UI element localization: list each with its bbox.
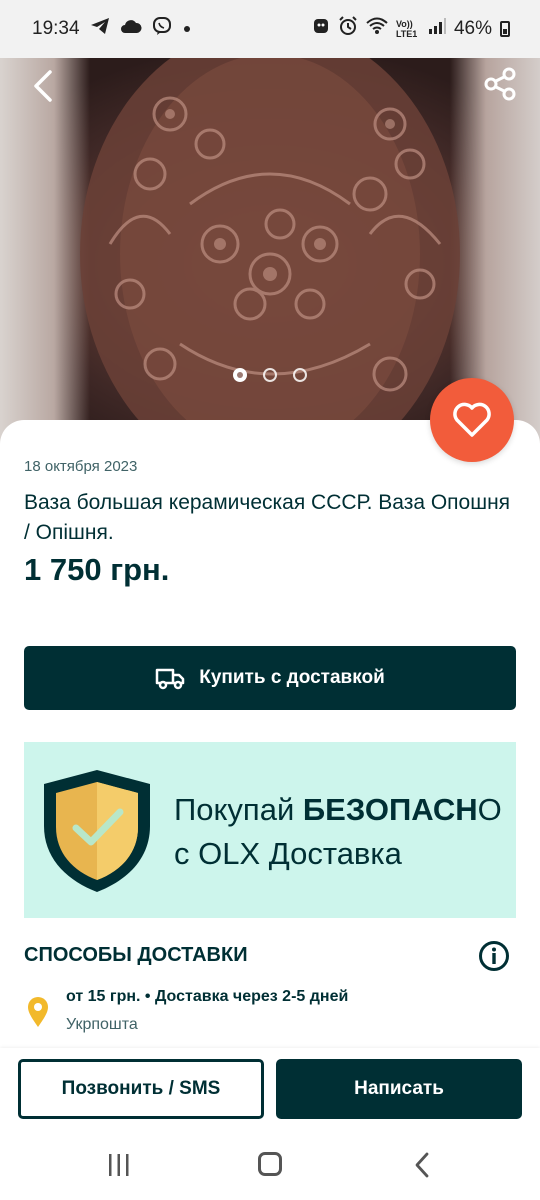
wifi-icon: [366, 17, 388, 41]
delivery-section-title: СПОСОБЫ ДОСТАВКИ: [24, 944, 248, 966]
status-time: 19:34: [32, 18, 80, 39]
status-left: 19:34: [32, 16, 192, 42]
status-bar: 19:34 Vo)) LTE1 46%: [0, 0, 540, 58]
truck-icon: [155, 668, 185, 690]
share-icon: [484, 67, 516, 101]
delivery-price-and-time: от 15 грн. • Доставка через 2-5 дней: [66, 988, 349, 1005]
banner-line-1-bold: БЕЗОПАСН: [302, 792, 478, 827]
alarm-icon: [338, 16, 358, 42]
viber-icon: [152, 16, 172, 42]
gallery-dot-2[interactable]: [263, 368, 277, 382]
buy-with-delivery-label: Купить с доставкой: [199, 667, 385, 688]
volte-label: Vo)) LTE1: [395, 19, 418, 39]
vase-relief-pattern: [80, 44, 460, 444]
banner-text: Покупай БЕЗОПАСНО с OLX Доставка: [174, 788, 502, 876]
buy-with-delivery-button[interactable]: Купить с доставкой: [24, 646, 516, 710]
battery-percent: 46%: [453, 18, 492, 39]
banner-line-1-plain: Покупай: [174, 792, 303, 827]
banner-line-1: Покупай БЕЗОПАСНО: [174, 788, 502, 832]
cloud-icon: [120, 18, 142, 40]
notification-dot-icon: [182, 18, 192, 40]
call-sms-button[interactable]: Позвонить / SMS: [18, 1059, 264, 1119]
app-notification-icon: [312, 17, 330, 41]
location-pin-icon: [26, 996, 50, 1033]
heart-icon: [453, 402, 491, 437]
chevron-left-icon: [34, 70, 52, 102]
telegram-icon: [90, 17, 110, 41]
battery-icon: [500, 21, 510, 37]
back-button[interactable]: [26, 66, 60, 106]
banner-line-1-tail: О: [477, 792, 502, 827]
delivery-carrier: Укрпошта: [66, 1016, 138, 1033]
info-icon[interactable]: [478, 940, 510, 972]
action-bar: Позвонить / SMS Написать: [0, 1048, 540, 1132]
listing-title: Ваза большая керамическая СССР. Ваза Опо…: [24, 491, 511, 544]
status-right: Vo)) LTE1 46%: [312, 16, 510, 42]
share-button[interactable]: [480, 64, 520, 104]
banner-line-2: с OLX Доставка: [174, 836, 402, 871]
recent-apps-icon[interactable]: [106, 1152, 132, 1178]
gallery-dot-1[interactable]: [233, 368, 247, 382]
home-icon[interactable]: [258, 1152, 282, 1176]
listing-date: 18 октября 2023: [24, 458, 138, 475]
listing-price: 1 750 грн.: [24, 552, 170, 587]
shield-check-icon: [44, 770, 150, 892]
system-nav-bar: [0, 1132, 540, 1200]
signal-icon: [428, 18, 446, 40]
gallery-dot-3[interactable]: [293, 368, 307, 382]
nav-back-icon[interactable]: [410, 1150, 434, 1180]
write-message-button[interactable]: Написать: [276, 1059, 522, 1119]
screen: 19:34 Vo)) LTE1 46% 18 октября 2023 Ваза…: [0, 0, 540, 1200]
favorite-button[interactable]: [430, 378, 514, 462]
safe-purchase-banner[interactable]: Покупай БЕЗОПАСНО с OLX Доставка: [24, 742, 516, 918]
